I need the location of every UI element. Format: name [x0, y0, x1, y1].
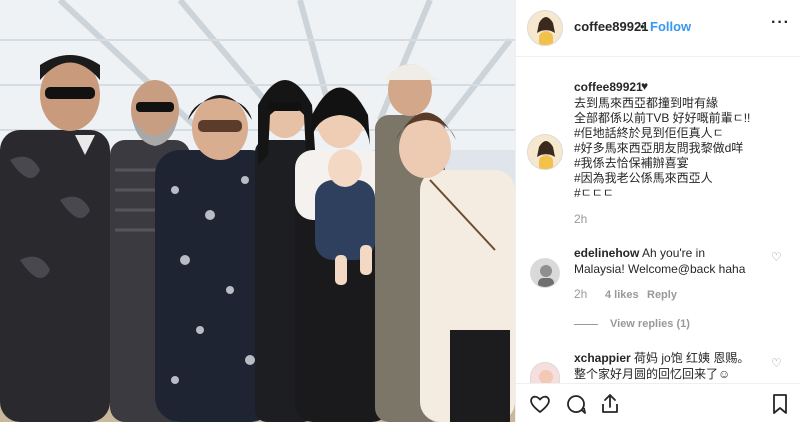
comment-text-continued: Malaysia! Welcome@back haha	[574, 262, 746, 276]
caption-avatar[interactable]	[527, 134, 563, 170]
post-header: coffee89921 • Follow ···	[516, 0, 800, 57]
comment-text-continued: 整个家好月圆的回忆回来了☺	[574, 367, 731, 381]
caption-line[interactable]: #好多馬來西亞朋友問我黎做d咩	[574, 141, 743, 156]
share-icon[interactable]	[598, 392, 622, 416]
comment-likes-count[interactable]: 4 likes	[605, 289, 639, 301]
comment-like-icon[interactable]: ♡	[771, 250, 782, 264]
more-options-icon[interactable]: ···	[771, 14, 790, 32]
caption-line[interactable]: #佢地話終於見到佢佢真人ㄷ	[574, 126, 724, 141]
separator-dot: •	[640, 19, 645, 34]
comment-text: edelinehow Ah you're in	[574, 245, 705, 261]
heart-outline-icon[interactable]	[528, 392, 552, 416]
comment-reply-button[interactable]: Reply	[647, 289, 677, 301]
comment-body: Ah you're in	[642, 246, 706, 260]
caption-timestamp: 2h	[574, 212, 588, 226]
header-username[interactable]: coffee89921	[574, 19, 648, 34]
caption-avatar-icon	[528, 135, 562, 169]
action-bar	[516, 383, 800, 422]
comment-text: xchappier 荷妈 jo饱 红姨 恩赐。	[574, 350, 749, 366]
post-photo	[0, 0, 515, 422]
commenter-avatar[interactable]	[530, 362, 560, 384]
comment-bubble-icon[interactable]	[564, 392, 588, 416]
caption-line[interactable]: #因為我老公係馬來西亞人	[574, 171, 713, 186]
follow-button[interactable]: Follow	[650, 19, 691, 34]
caption-line: 去到馬來西亞都撞到咁有緣	[574, 96, 719, 110]
caption-line[interactable]: #我係去恰保補辦喜宴	[574, 156, 689, 171]
commenter-avatar-icon	[531, 363, 559, 384]
commenter-avatar[interactable]	[530, 258, 560, 288]
replies-divider-line	[574, 323, 598, 325]
group-photo-illustration	[0, 0, 515, 422]
comment-like-icon[interactable]: ♡	[771, 356, 782, 370]
comment-username[interactable]: xchappier	[574, 351, 631, 365]
comment-username[interactable]: edelinehow	[574, 246, 639, 260]
caption-heart-icon: ♥	[641, 79, 649, 93]
caption-username[interactable]: coffee89921	[574, 80, 643, 94]
comment-timestamp: 2h	[574, 287, 588, 301]
author-avatar[interactable]	[527, 10, 563, 46]
caption-line: 全部都係以前TVB 好好嘅前輩ㄷ!!	[574, 111, 751, 125]
author-avatar-icon	[528, 11, 562, 45]
bookmark-icon[interactable]	[768, 392, 792, 416]
commenter-avatar-icon	[531, 259, 559, 287]
view-replies-button[interactable]: View replies (1)	[574, 318, 690, 330]
comment-body: 荷妈 jo饱 红姨 恩赐。	[634, 351, 750, 365]
post-sidebar: coffee89921 • Follow ··· coffee89921 ♥ 去…	[515, 0, 800, 422]
caption-line[interactable]: #ㄷㄷㄷ	[574, 186, 614, 201]
view-replies-label: View replies (1)	[610, 318, 690, 330]
